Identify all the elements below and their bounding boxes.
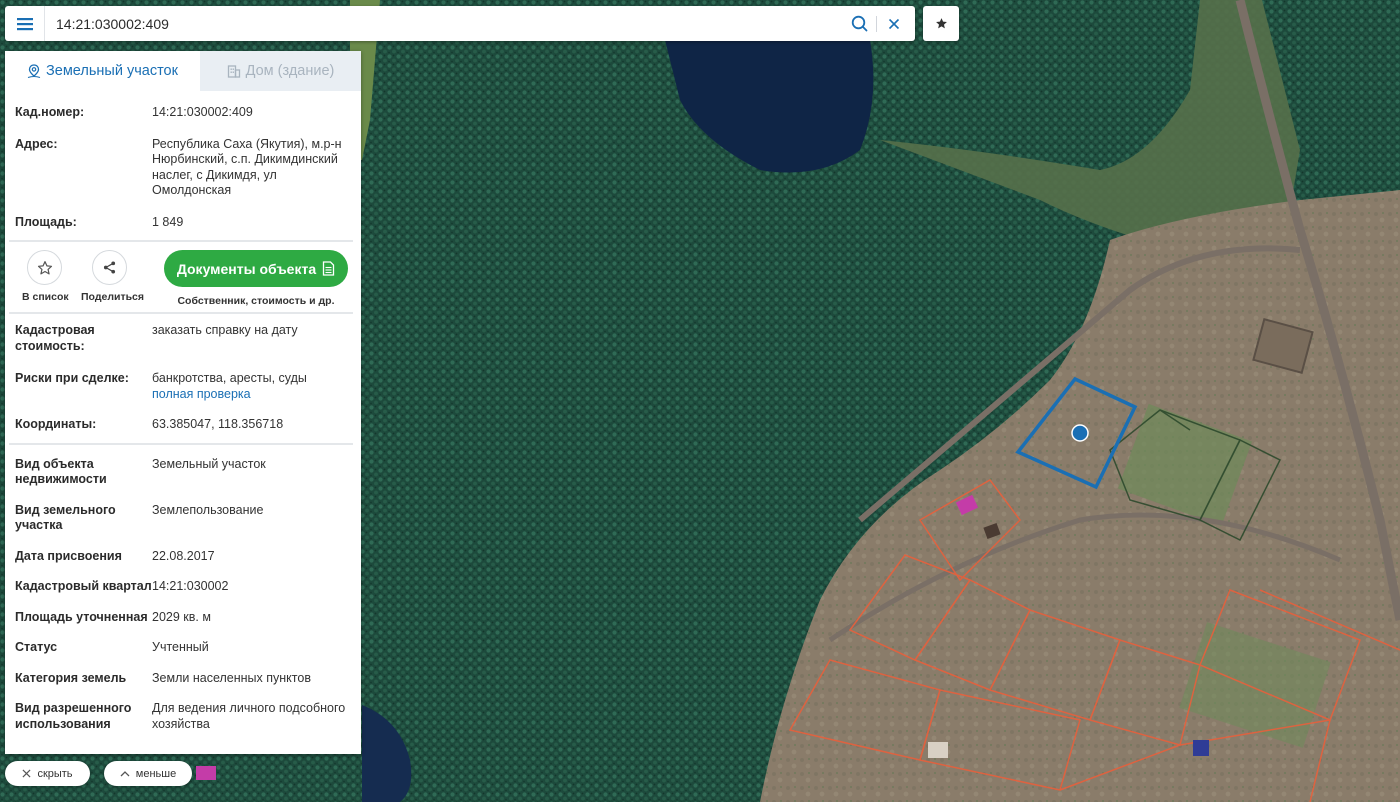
chevron-up-icon	[120, 771, 130, 777]
address-value: Республика Саха (Якутия), м.р-н Нюрбинск…	[152, 136, 342, 198]
cad-cost-label: Кадастровая стоимость:	[15, 323, 95, 353]
property-value: 2029 кв. м	[152, 609, 211, 624]
risks-row: Риски при сделке: банкротства, аресты, с…	[5, 371, 361, 402]
properties-list: Вид объекта недвижимости Земельный участо…	[5, 445, 361, 733]
property-value: 14:21:030002	[152, 579, 229, 593]
share-button[interactable]	[92, 250, 127, 285]
risks-value-block: банкротства, аресты, суды полная проверк…	[152, 371, 351, 402]
search-input[interactable]	[45, 7, 846, 40]
share-label: Поделиться	[81, 291, 145, 303]
cad-number-row: Кад.номер: 14:21:030002:409	[5, 105, 361, 121]
add-to-list-button[interactable]	[27, 250, 62, 285]
property-label: Вид объекта недвижимости	[15, 456, 107, 487]
property-row: Площадь уточненная 2029 кв. м	[5, 610, 361, 626]
show-less-label: меньше	[135, 767, 177, 780]
menu-button[interactable]	[5, 6, 45, 41]
risks-label: Риски при сделке:	[15, 371, 129, 385]
property-value: Учтенный	[152, 640, 209, 654]
area-value: 1 849	[152, 214, 184, 229]
cad-number-link[interactable]: 14:21:030002:409	[152, 105, 351, 121]
location-pin-icon	[27, 63, 41, 78]
close-icon	[22, 769, 31, 778]
star-outline-icon	[37, 260, 52, 274]
property-row: Категория земель Земли населенных пунктов	[5, 671, 361, 687]
address-label: Адрес:	[15, 136, 58, 151]
coordinates-row: Координаты: 63.385047, 118.356718	[5, 417, 361, 433]
area-row: Площадь: 1 849	[5, 215, 361, 231]
add-to-list-label: В список	[22, 291, 69, 303]
search-icon	[851, 15, 867, 32]
tab-land-plot[interactable]: Земельный участок	[5, 51, 200, 91]
property-row: Вид разрешенного использования Для ведени…	[5, 701, 361, 732]
property-label: Категория земель	[15, 670, 127, 685]
property-row: Статус Учтенный	[5, 640, 361, 656]
tab-bar: Земельный участок Дом (здание)	[5, 51, 361, 91]
search-bar	[5, 6, 915, 41]
hamburger-menu-icon	[16, 17, 33, 30]
coordinates-label: Координаты:	[15, 417, 97, 431]
document-icon	[322, 261, 335, 276]
property-label: Дата присвоения	[15, 548, 122, 563]
hide-panel-label: скрыть	[37, 767, 73, 780]
property-label: Вид разрешенного использования	[15, 701, 132, 731]
tab-house-label: Дом (здание)	[245, 63, 335, 79]
property-value: Для ведения личного подсобного хозяйства	[152, 701, 346, 731]
hide-panel-button[interactable]: скрыть	[5, 761, 90, 786]
building-icon	[227, 65, 240, 78]
area-label: Площадь:	[15, 214, 77, 229]
order-certificate-link[interactable]: заказать справку на дату	[152, 323, 351, 354]
property-label: Вид земельного участка	[15, 502, 116, 533]
cad-number-label: Кад.номер:	[15, 105, 85, 119]
documents-button-label: Документы объекта	[176, 260, 317, 277]
show-less-button[interactable]: меньше	[104, 761, 192, 786]
property-row: Вид земельного участка Землепользование	[5, 503, 361, 534]
close-icon	[888, 18, 900, 29]
property-label: Кадастровый квартал	[15, 579, 152, 593]
share-icon	[103, 261, 116, 274]
coordinates-value: 63.385047, 118.356718	[152, 417, 284, 431]
documents-subtitle: Собственник, стоимость и др.	[177, 295, 335, 307]
property-value: Земли населенных пунктов	[152, 670, 311, 685]
search-separator	[876, 15, 877, 32]
property-label: Площадь уточненная	[15, 609, 148, 624]
property-row: Кадастровый квартал 14:21:030002	[5, 579, 361, 595]
cad-cost-row: Кадастровая стоимость: заказать справку …	[5, 323, 361, 354]
property-value: Земельный участок	[152, 456, 266, 471]
property-row: Вид объекта недвижимости Земельный участо…	[5, 457, 361, 488]
tab-land-plot-label: Земельный участок	[46, 63, 178, 79]
clear-search-button[interactable]	[881, 6, 907, 41]
favorites-button[interactable]	[923, 6, 959, 41]
property-value: Землепользование	[152, 502, 264, 517]
object-info-panel: Земельный участок Дом (здание) Кад.номер…	[5, 51, 361, 754]
risks-value: банкротства, аресты, суды	[152, 371, 307, 385]
property-value: 22.08.2017	[152, 548, 215, 563]
address-row: Адрес: Республика Саха (Якутия), м.р-н Н…	[5, 137, 361, 199]
tab-house[interactable]: Дом (здание)	[200, 51, 361, 91]
search-button[interactable]	[846, 6, 872, 41]
actions-block: В список Поделиться Документы объекта Со…	[5, 242, 361, 312]
property-label: Статус	[15, 640, 58, 654]
star-icon	[935, 18, 947, 29]
full-check-link[interactable]: полная проверка	[152, 387, 351, 403]
documents-button[interactable]: Документы объекта	[164, 250, 348, 287]
property-row: Дата присвоения 22.08.2017	[5, 549, 361, 565]
